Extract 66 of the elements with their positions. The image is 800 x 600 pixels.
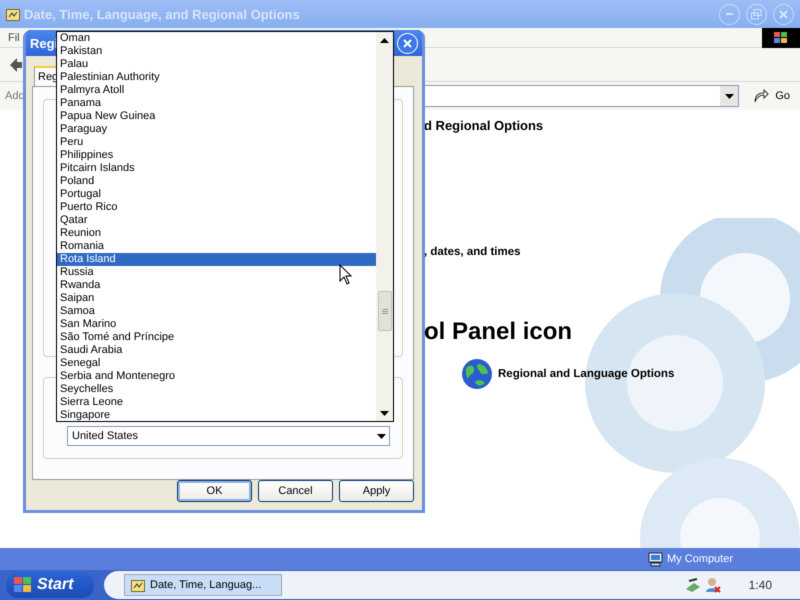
list-option[interactable]: Singapore bbox=[57, 409, 376, 422]
list-option[interactable]: San Marino bbox=[57, 318, 376, 331]
restore-button[interactable] bbox=[746, 4, 767, 24]
close-icon bbox=[779, 10, 788, 18]
status-text: My Computer bbox=[667, 553, 734, 565]
list-option[interactable]: Serbia and Montenegro bbox=[57, 370, 376, 383]
list-option[interactable]: Saudi Arabia bbox=[57, 344, 376, 357]
list-option[interactable]: Pakistan bbox=[57, 45, 376, 58]
list-option[interactable]: Oman bbox=[57, 32, 376, 45]
mouse-cursor-icon bbox=[339, 264, 353, 286]
scrollbar[interactable] bbox=[376, 32, 393, 421]
list-option[interactable]: Paraguay bbox=[57, 123, 376, 136]
list-option[interactable]: Portugal bbox=[57, 188, 376, 201]
list-option[interactable]: Poland bbox=[57, 175, 376, 188]
list-option[interactable]: Philippines bbox=[57, 149, 376, 162]
network-icon[interactable] bbox=[684, 577, 701, 593]
window-title: Date, Time, Language, and Regional Options bbox=[24, 6, 301, 22]
minimize-icon bbox=[726, 12, 734, 16]
list-option[interactable]: Papua New Guinea bbox=[57, 110, 376, 123]
list-option[interactable]: Romania bbox=[57, 240, 376, 253]
list-option[interactable]: Pitcairn Islands bbox=[57, 162, 376, 175]
windows-logo-icon bbox=[762, 28, 800, 48]
menu-item[interactable]: Fil bbox=[0, 32, 26, 44]
list-option[interactable]: Saipan bbox=[57, 292, 376, 305]
section-title: ol Panel icon bbox=[424, 318, 574, 346]
back-arrow-icon[interactable] bbox=[10, 58, 22, 72]
location-combo[interactable]: United States bbox=[67, 426, 390, 446]
list-option[interactable]: Panama bbox=[57, 97, 376, 110]
dialog-button[interactable]: Cancel bbox=[258, 480, 333, 502]
minimize-button[interactable] bbox=[719, 4, 740, 24]
folder-icon bbox=[131, 578, 145, 592]
user-error-icon[interactable] bbox=[704, 577, 721, 593]
list-option[interactable]: São Tomé and Príncipe bbox=[57, 331, 376, 344]
close-icon bbox=[403, 38, 412, 48]
scroll-thumb[interactable] bbox=[378, 291, 392, 331]
regional-options-link[interactable]: Regional and Language Options bbox=[498, 368, 674, 380]
windows-logo-icon bbox=[14, 577, 32, 593]
globe-icon[interactable] bbox=[461, 358, 493, 390]
list-option[interactable]: Rota Island bbox=[57, 253, 376, 266]
list-option[interactable]: Sierra Leone bbox=[57, 396, 376, 409]
list-option[interactable]: Reunion bbox=[57, 227, 376, 240]
dialog-button[interactable]: OK bbox=[177, 480, 252, 502]
list-option[interactable]: Russia bbox=[57, 266, 376, 279]
start-button[interactable]: Start bbox=[6, 572, 94, 598]
page-heading: d Regional Options bbox=[424, 118, 544, 133]
task-heading: , dates, and times bbox=[424, 246, 522, 258]
clock: 1:40 bbox=[748, 578, 772, 592]
dropdown-arrow-icon bbox=[724, 94, 734, 98]
folder-icon bbox=[6, 8, 20, 20]
list-option[interactable]: Peru bbox=[57, 136, 376, 149]
dialog-button[interactable]: Apply bbox=[339, 480, 414, 502]
list-option[interactable]: Senegal bbox=[57, 357, 376, 370]
list-option[interactable]: Puerto Rico bbox=[57, 201, 376, 214]
scroll-down-icon bbox=[380, 410, 389, 416]
computer-icon bbox=[648, 552, 663, 566]
list-option[interactable]: Palmyra Atoll bbox=[57, 84, 376, 97]
go-button[interactable]: Go bbox=[749, 89, 794, 103]
dropdown-arrow-icon bbox=[376, 434, 386, 438]
list-option[interactable]: Samoa bbox=[57, 305, 376, 318]
go-arrow-icon bbox=[753, 89, 770, 103]
list-option[interactable]: Rwanda bbox=[57, 279, 376, 292]
list-option[interactable]: Qatar bbox=[57, 214, 376, 227]
restore-icon bbox=[751, 8, 762, 20]
list-option[interactable]: Seychelles bbox=[57, 383, 376, 396]
taskbar-button[interactable]: Date, Time, Languag... bbox=[124, 574, 282, 596]
scroll-up-icon bbox=[380, 38, 389, 42]
